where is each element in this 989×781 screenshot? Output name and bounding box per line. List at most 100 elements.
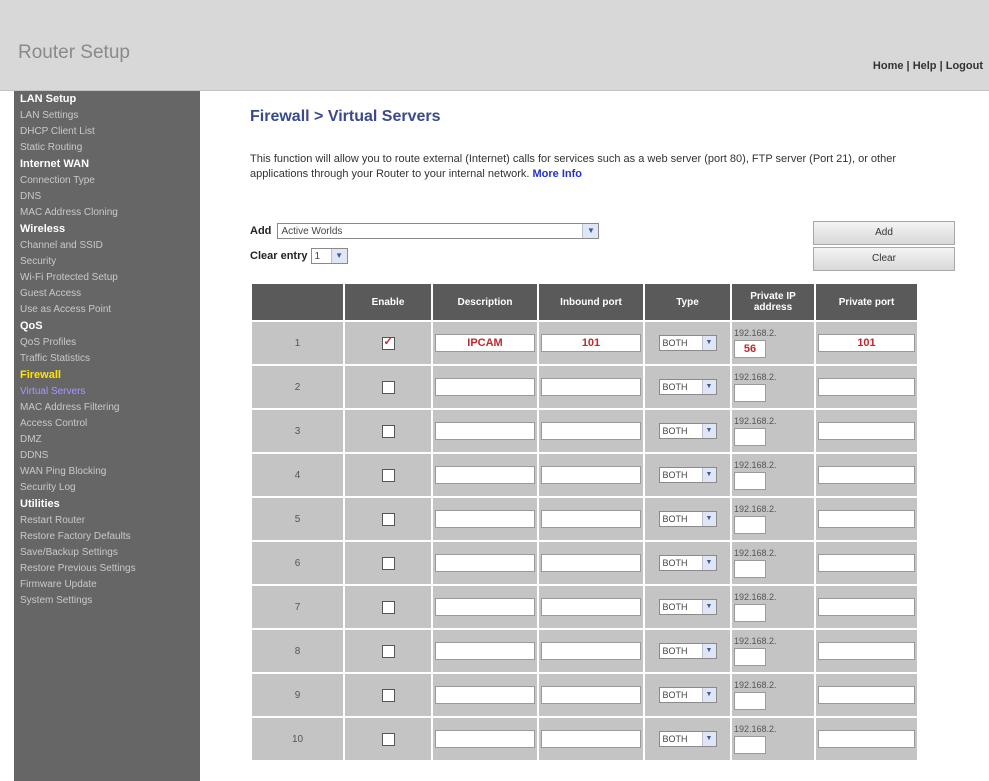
sidebar-item-restart-router[interactable]: Restart Router xyxy=(14,513,200,529)
sidebar-item-connection-type[interactable]: Connection Type xyxy=(14,173,200,189)
private-port-input[interactable]: 101 xyxy=(818,334,915,352)
private-ip-input[interactable]: 56 xyxy=(734,340,766,358)
enable-checkbox[interactable] xyxy=(381,732,395,746)
private-port-input[interactable] xyxy=(818,730,915,748)
private-port-input[interactable] xyxy=(818,378,915,396)
sidebar-item-mac-address-filtering[interactable]: MAC Address Filtering xyxy=(14,400,200,416)
add-button[interactable]: Add xyxy=(813,221,955,245)
clear-entry-row: Clear entry 1 ▼ xyxy=(250,248,348,264)
sidebar-item-dns[interactable]: DNS xyxy=(14,189,200,205)
type-select[interactable]: BOTH ▼ xyxy=(658,643,717,659)
type-select[interactable]: BOTH ▼ xyxy=(658,555,717,571)
private-ip-input[interactable] xyxy=(734,384,766,402)
enable-checkbox[interactable] xyxy=(381,335,395,350)
sidebar-item-wi-fi-protected-setup[interactable]: Wi-Fi Protected Setup xyxy=(14,270,200,286)
sidebar-item-restore-previous-settings[interactable]: Restore Previous Settings xyxy=(14,561,200,577)
type-select[interactable]: BOTH ▼ xyxy=(658,467,717,483)
private-port-input[interactable] xyxy=(818,466,915,484)
private-ip-input[interactable] xyxy=(734,516,766,534)
private-ip-input[interactable] xyxy=(734,692,766,710)
sidebar-item-virtual-servers[interactable]: Virtual Servers xyxy=(14,384,200,400)
enable-checkbox[interactable] xyxy=(381,512,395,526)
help-link[interactable]: Help xyxy=(913,60,937,72)
enable-checkbox[interactable] xyxy=(381,600,395,614)
description-input[interactable] xyxy=(435,554,535,572)
enable-checkbox[interactable] xyxy=(381,556,395,570)
type-select[interactable]: BOTH ▼ xyxy=(658,511,717,527)
description-input[interactable] xyxy=(435,422,535,440)
inbound-port-input[interactable] xyxy=(541,686,641,704)
private-port-input[interactable] xyxy=(818,598,915,616)
clear-button[interactable]: Clear xyxy=(813,247,955,271)
description-input[interactable] xyxy=(435,686,535,704)
type-select[interactable]: BOTH ▼ xyxy=(658,423,717,439)
private-ip-input[interactable] xyxy=(734,472,766,490)
sidebar-item-restore-factory-defaults[interactable]: Restore Factory Defaults xyxy=(14,529,200,545)
sidebar-item-security[interactable]: Security xyxy=(14,254,200,270)
type-select[interactable]: BOTH ▼ xyxy=(658,731,717,747)
sidebar-item-use-as-access-point[interactable]: Use as Access Point xyxy=(14,302,200,318)
table-row: 2 BOTH ▼ 192.168.2. xyxy=(252,366,917,408)
private-port-input[interactable] xyxy=(818,554,915,572)
top-header: Router Setup Home | Help | Logout xyxy=(0,0,989,91)
enable-checkbox[interactable] xyxy=(381,688,395,702)
inbound-port-input[interactable] xyxy=(541,730,641,748)
private-ip-input[interactable] xyxy=(734,428,766,446)
description-input[interactable]: IPCAM xyxy=(435,334,535,352)
sidebar-item-access-control[interactable]: Access Control xyxy=(14,416,200,432)
home-link[interactable]: Home xyxy=(873,60,904,72)
inbound-port-input[interactable] xyxy=(541,466,641,484)
description-input[interactable] xyxy=(435,598,535,616)
sidebar-item-security-log[interactable]: Security Log xyxy=(14,480,200,496)
sidebar-item-qos-profiles[interactable]: QoS Profiles xyxy=(14,335,200,351)
sidebar-item-dmz[interactable]: DMZ xyxy=(14,432,200,448)
logout-link[interactable]: Logout xyxy=(946,60,983,72)
description-input[interactable] xyxy=(435,642,535,660)
sidebar-item-system-settings[interactable]: System Settings xyxy=(14,593,200,609)
type-select[interactable]: BOTH ▼ xyxy=(658,599,717,615)
inbound-port-input[interactable] xyxy=(541,510,641,528)
description-input[interactable] xyxy=(435,510,535,528)
private-ip-input[interactable] xyxy=(734,736,766,754)
enable-checkbox[interactable] xyxy=(381,380,395,394)
more-info-link[interactable]: More Info xyxy=(533,168,583,180)
enable-cell xyxy=(345,630,431,672)
inbound-port-input[interactable] xyxy=(541,554,641,572)
enable-checkbox[interactable] xyxy=(381,644,395,658)
private-ip-input[interactable] xyxy=(734,604,766,622)
description-input[interactable] xyxy=(435,378,535,396)
inbound-port-input[interactable]: 101 xyxy=(541,334,641,352)
enable-checkbox[interactable] xyxy=(381,468,395,482)
sidebar-item-ddns[interactable]: DDNS xyxy=(14,448,200,464)
description-input[interactable] xyxy=(435,466,535,484)
sidebar-item-lan-settings[interactable]: LAN Settings xyxy=(14,108,200,124)
sidebar-item-save-backup-settings[interactable]: Save/Backup Settings xyxy=(14,545,200,561)
clear-entry-select[interactable]: 1 ▼ xyxy=(310,248,348,264)
sidebar-item-firmware-update[interactable]: Firmware Update xyxy=(14,577,200,593)
sidebar-item-channel-and-ssid[interactable]: Channel and SSID xyxy=(14,238,200,254)
private-ip-input[interactable] xyxy=(734,648,766,666)
inbound-port-input[interactable] xyxy=(541,598,641,616)
private-port-input[interactable] xyxy=(818,642,915,660)
description-input[interactable] xyxy=(435,730,535,748)
private-ip-input[interactable] xyxy=(734,560,766,578)
private-port-input[interactable] xyxy=(818,510,915,528)
sidebar-item-wan-ping-blocking[interactable]: WAN Ping Blocking xyxy=(14,464,200,480)
private-port-input[interactable] xyxy=(818,422,915,440)
enable-checkbox[interactable] xyxy=(381,424,395,438)
inbound-port-input[interactable] xyxy=(541,422,641,440)
private-port-input[interactable] xyxy=(818,686,915,704)
sidebar-item-traffic-statistics[interactable]: Traffic Statistics xyxy=(14,351,200,367)
type-select[interactable]: BOTH ▼ xyxy=(658,687,717,703)
sidebar-item-mac-address-cloning[interactable]: MAC Address Cloning xyxy=(14,205,200,221)
type-select[interactable]: BOTH ▼ xyxy=(658,379,717,395)
sidebar-item-guest-access[interactable]: Guest Access xyxy=(14,286,200,302)
add-service-select[interactable]: Active Worlds ▼ xyxy=(277,223,600,239)
inbound-port-input[interactable] xyxy=(541,642,641,660)
sidebar-item-dhcp-client-list[interactable]: DHCP Client List xyxy=(14,124,200,140)
inbound-port-input[interactable] xyxy=(541,378,641,396)
type-select[interactable]: BOTH ▼ xyxy=(658,335,717,351)
table-row: 3 BOTH ▼ 192.168.2. xyxy=(252,410,917,452)
sidebar-item-static-routing[interactable]: Static Routing xyxy=(14,140,200,156)
private-ip-cell: 192.168.2. xyxy=(732,542,814,584)
